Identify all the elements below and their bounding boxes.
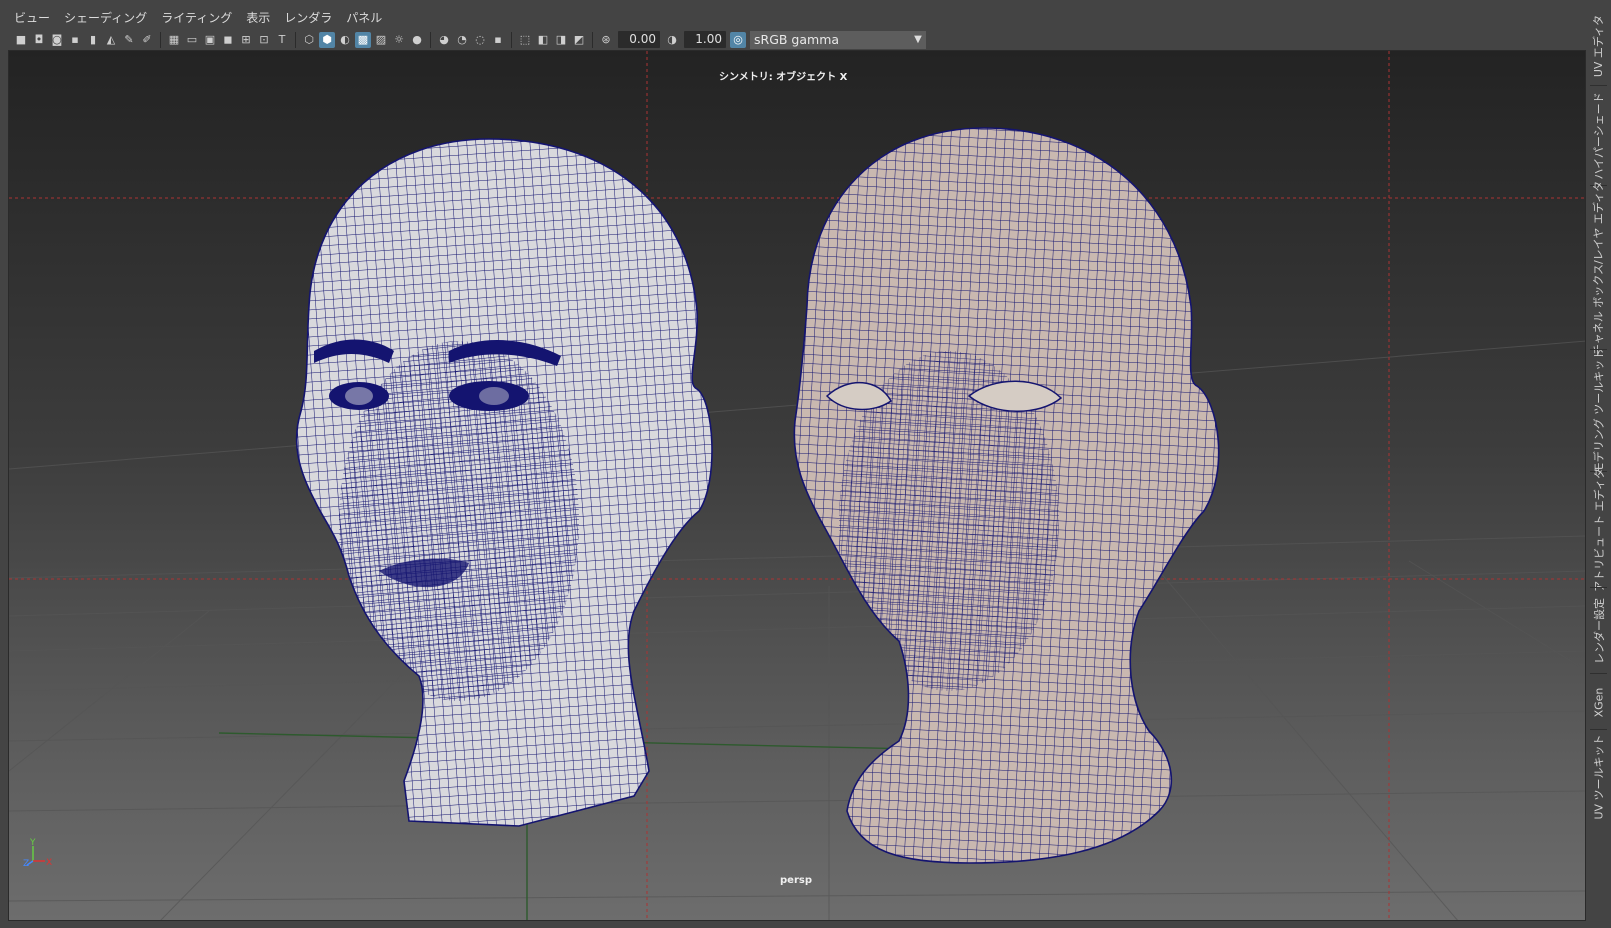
safe-action-icon[interactable]: ⊡ (256, 32, 272, 48)
color-management-icon[interactable]: ◎ (730, 31, 746, 48)
viewport-scene: Y Z X (9, 51, 1585, 920)
exposure-icon[interactable]: ⊛ (598, 32, 614, 48)
multisample-aa-icon[interactable]: ◌ (472, 32, 488, 48)
select-camera-icon[interactable]: ■ (13, 32, 29, 48)
tab-separator (1590, 587, 1607, 588)
menu-panels[interactable]: パネル (340, 8, 390, 29)
tab-uv-toolkit[interactable]: UV ツールキット (1586, 732, 1611, 822)
field-chart-icon[interactable]: ⊞ (238, 32, 254, 48)
tab-hypershade[interactable]: ハイパーシェード (1586, 88, 1611, 184)
grease-pencil-icon[interactable]: ✎ (121, 32, 137, 48)
textured-icon[interactable]: ▨ (373, 32, 389, 48)
axis-x-label: X (46, 858, 52, 868)
axis-gizmo: Y Z X (23, 838, 52, 869)
safe-title-icon[interactable]: T (274, 32, 290, 48)
bookmark-icon[interactable]: ▮ (85, 32, 101, 48)
toolbar-separator (511, 31, 512, 48)
screen-space-ao-icon[interactable]: ◕ (436, 32, 452, 48)
gate-mask-icon[interactable]: ◼ (220, 32, 236, 48)
tab-attribute-editor[interactable]: アトリビュート エディタ (1586, 468, 1611, 592)
tab-channel-box[interactable]: チャネル ボックス/レイヤ エディタ (1586, 181, 1611, 355)
default-material-icon[interactable]: ◐ (337, 32, 353, 48)
smooth-shade-icon[interactable]: ⬢ (319, 31, 335, 48)
tab-separator (1590, 85, 1607, 86)
xray-icon[interactable]: ◧ (535, 32, 551, 48)
viewport-persp[interactable]: Y Z X シンメトリ: オブジェクト X persp (8, 50, 1586, 921)
toolbar-separator (430, 31, 431, 48)
toolbar-separator (295, 31, 296, 48)
film-gate-icon[interactable]: ▭ (184, 32, 200, 48)
exposure-field[interactable]: 0.00 (618, 31, 660, 48)
use-all-lights-icon[interactable]: ☼ (391, 32, 407, 48)
head-mesh-left[interactable] (289, 131, 729, 831)
toolbar-separator (592, 31, 593, 48)
symmetry-hud: シンメトリ: オブジェクト X (719, 72, 848, 83)
tab-modeling-toolkit[interactable]: モデリング ツールキット (1586, 349, 1611, 474)
camera-name-hud: persp (780, 875, 812, 886)
motion-blur-icon[interactable]: ◔ (454, 32, 470, 48)
image-plane-icon[interactable]: ◭ (103, 32, 119, 48)
right-side-tabs: UV エディタ ハイパーシェード チャネル ボックス/レイヤ エディタ モデリン… (1586, 8, 1611, 921)
camera-gate-guides (9, 51, 1585, 920)
menu-shading[interactable]: シェーディング (58, 8, 155, 29)
panel-toolbar: ■ ◘ ◙ ▪ ▮ ◭ ✎ ✐ ▦ ▭ ▣ ◼ ⊞ ⊡ T ⬡ ⬢ ◐ ▩ ▨ … (8, 29, 1586, 50)
resolution-gate-icon[interactable]: ▣ (202, 32, 218, 48)
gamma-icon[interactable]: ◑ (664, 32, 680, 48)
grid-icon[interactable]: ▦ (166, 32, 182, 48)
depth-of-field-icon[interactable]: ▪ (490, 32, 506, 48)
2d-pan-zoom-icon[interactable]: ✐ (139, 32, 155, 48)
tab-separator (1590, 673, 1607, 674)
tab-uv-editor[interactable]: UV エディタ (1586, 8, 1611, 84)
chevron-down-icon: ▼ (914, 33, 922, 45)
gamma-field[interactable]: 1.00 (684, 31, 726, 48)
wireframe-on-shaded-icon[interactable]: ▩ (355, 31, 371, 48)
menu-show[interactable]: 表示 (240, 8, 278, 29)
axis-z-label: Z (23, 859, 29, 869)
wireframe-icon[interactable]: ⬡ (301, 32, 317, 48)
menu-bar: ビュー シェーディング ライティング 表示 レンダラ パネル (8, 8, 1586, 29)
view-transform-value: sRGB gamma (754, 31, 840, 47)
tab-separator (1590, 729, 1607, 730)
camera-attributes-icon[interactable]: ◘ (31, 32, 47, 48)
tab-render-settings[interactable]: レンダー設定 (1586, 590, 1611, 672)
axis-y-label: Y (29, 838, 36, 848)
xray-active-icon[interactable]: ◨ (553, 32, 569, 48)
shadows-icon[interactable]: ● (409, 32, 425, 48)
menu-renderer[interactable]: レンダラ (278, 8, 340, 29)
bookmark-camera-icon[interactable]: ◙ (49, 32, 65, 48)
toolbar-separator (160, 31, 161, 48)
isolate-select-icon[interactable]: ⬚ (517, 32, 533, 48)
view-transform-dropdown[interactable]: sRGB gamma ▼ (750, 30, 926, 49)
menu-lighting[interactable]: ライティング (155, 8, 240, 29)
menu-view[interactable]: ビュー (8, 8, 58, 29)
tab-xgen[interactable]: XGen (1586, 676, 1611, 728)
xray-joints-icon[interactable]: ◩ (571, 32, 587, 48)
head-mesh-right[interactable] (789, 121, 1229, 871)
camera-icon[interactable]: ▪ (67, 32, 83, 48)
